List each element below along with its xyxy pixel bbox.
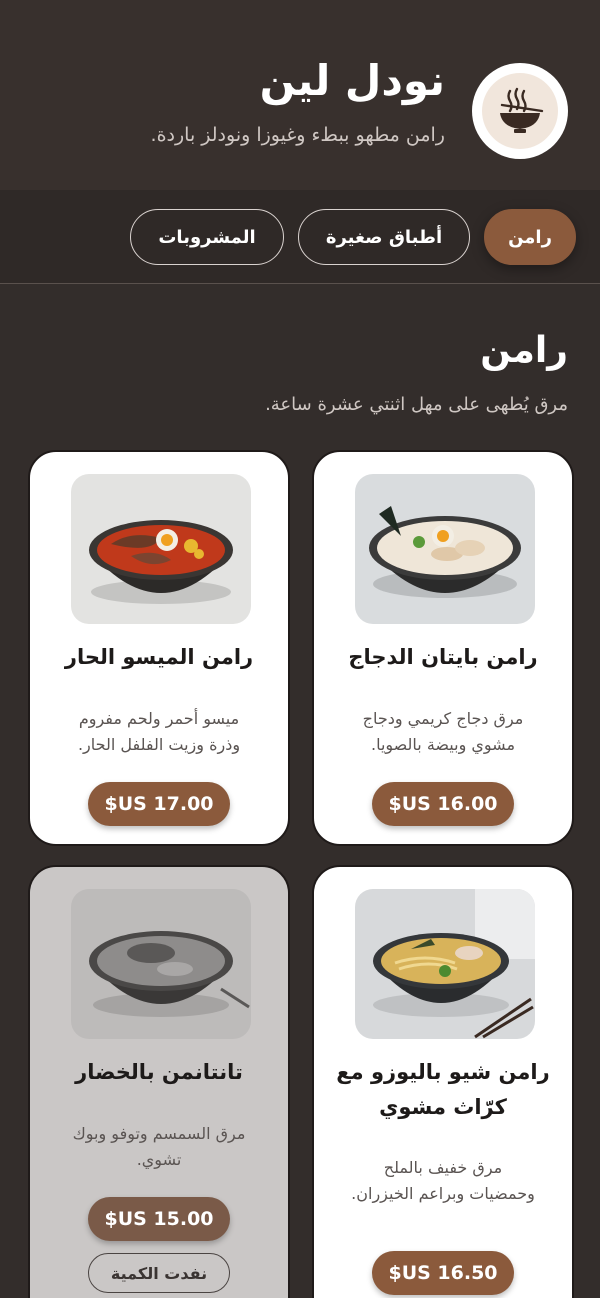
- dish-name: رامن بايتان الدجاج: [348, 645, 538, 669]
- dish-name: رامن الميسو الحار: [64, 645, 254, 669]
- sold-out-badge: نفدت الكمية: [88, 1253, 230, 1293]
- dish-name: رامن شيو باليوزو مع كرّاث مشوي: [336, 1060, 550, 1119]
- dish-name: تانتانمن بالخضار: [75, 1060, 243, 1084]
- price-button[interactable]: $US 17.00: [88, 782, 230, 826]
- price-button[interactable]: $US 16.50: [372, 1251, 514, 1295]
- dish-photo: [355, 889, 535, 1039]
- brand-title: نودل لين: [259, 56, 445, 105]
- menu-item-card-sold-out: تانتانمن بالخضار مرق السمسم وتوفو وبوك ت…: [28, 865, 290, 1298]
- logo: [472, 63, 568, 159]
- ramen-bowl-icon: [500, 87, 544, 133]
- category-tabs: رامن أطباق صغيرة المشروبات: [0, 190, 600, 284]
- menu-item-card[interactable]: رامن الميسو الحار ميسو أحمر ولحم مفروم و…: [28, 450, 290, 846]
- dish-photo: [71, 889, 251, 1039]
- price-button[interactable]: $US 16.00: [372, 782, 514, 826]
- section-title: رامن: [480, 330, 568, 371]
- brand-subtitle: رامن مطهو ببطء وغيوزا ونودلز باردة.: [150, 124, 445, 146]
- menu-item-card[interactable]: رامن شيو باليوزو مع كرّاث مشوي مرق خفيف …: [312, 865, 574, 1298]
- dish-photo: [355, 474, 535, 624]
- price-label: $US 15.00: [88, 1197, 230, 1241]
- dish-description: ميسو أحمر ولحم مفروم وذرة وزيت الفلفل ال…: [77, 709, 241, 755]
- dish-photo: [71, 474, 251, 624]
- menu-item-card[interactable]: رامن بايتان الدجاج مرق دجاج كريمي ودجاج …: [312, 450, 574, 846]
- dish-description: مرق دجاج كريمي ودجاج مشوي وبيضة بالصويا.: [362, 709, 524, 755]
- dish-description: مرق السمسم وتوفو وبوك تشوي.: [72, 1124, 246, 1170]
- tab-drinks[interactable]: المشروبات: [130, 209, 284, 265]
- header: نودل لين رامن مطهو ببطء وغيوزا ونودلز با…: [0, 0, 600, 190]
- dish-description: مرق خفيف بالملح وحمضيات وبراعم الخيزران.: [351, 1158, 535, 1204]
- tab-small-plates[interactable]: أطباق صغيرة: [298, 209, 470, 265]
- tab-ramen[interactable]: رامن: [484, 209, 576, 265]
- section-subtitle: مرق يُطهى على مهل اثنتي عشرة ساعة.: [265, 394, 568, 415]
